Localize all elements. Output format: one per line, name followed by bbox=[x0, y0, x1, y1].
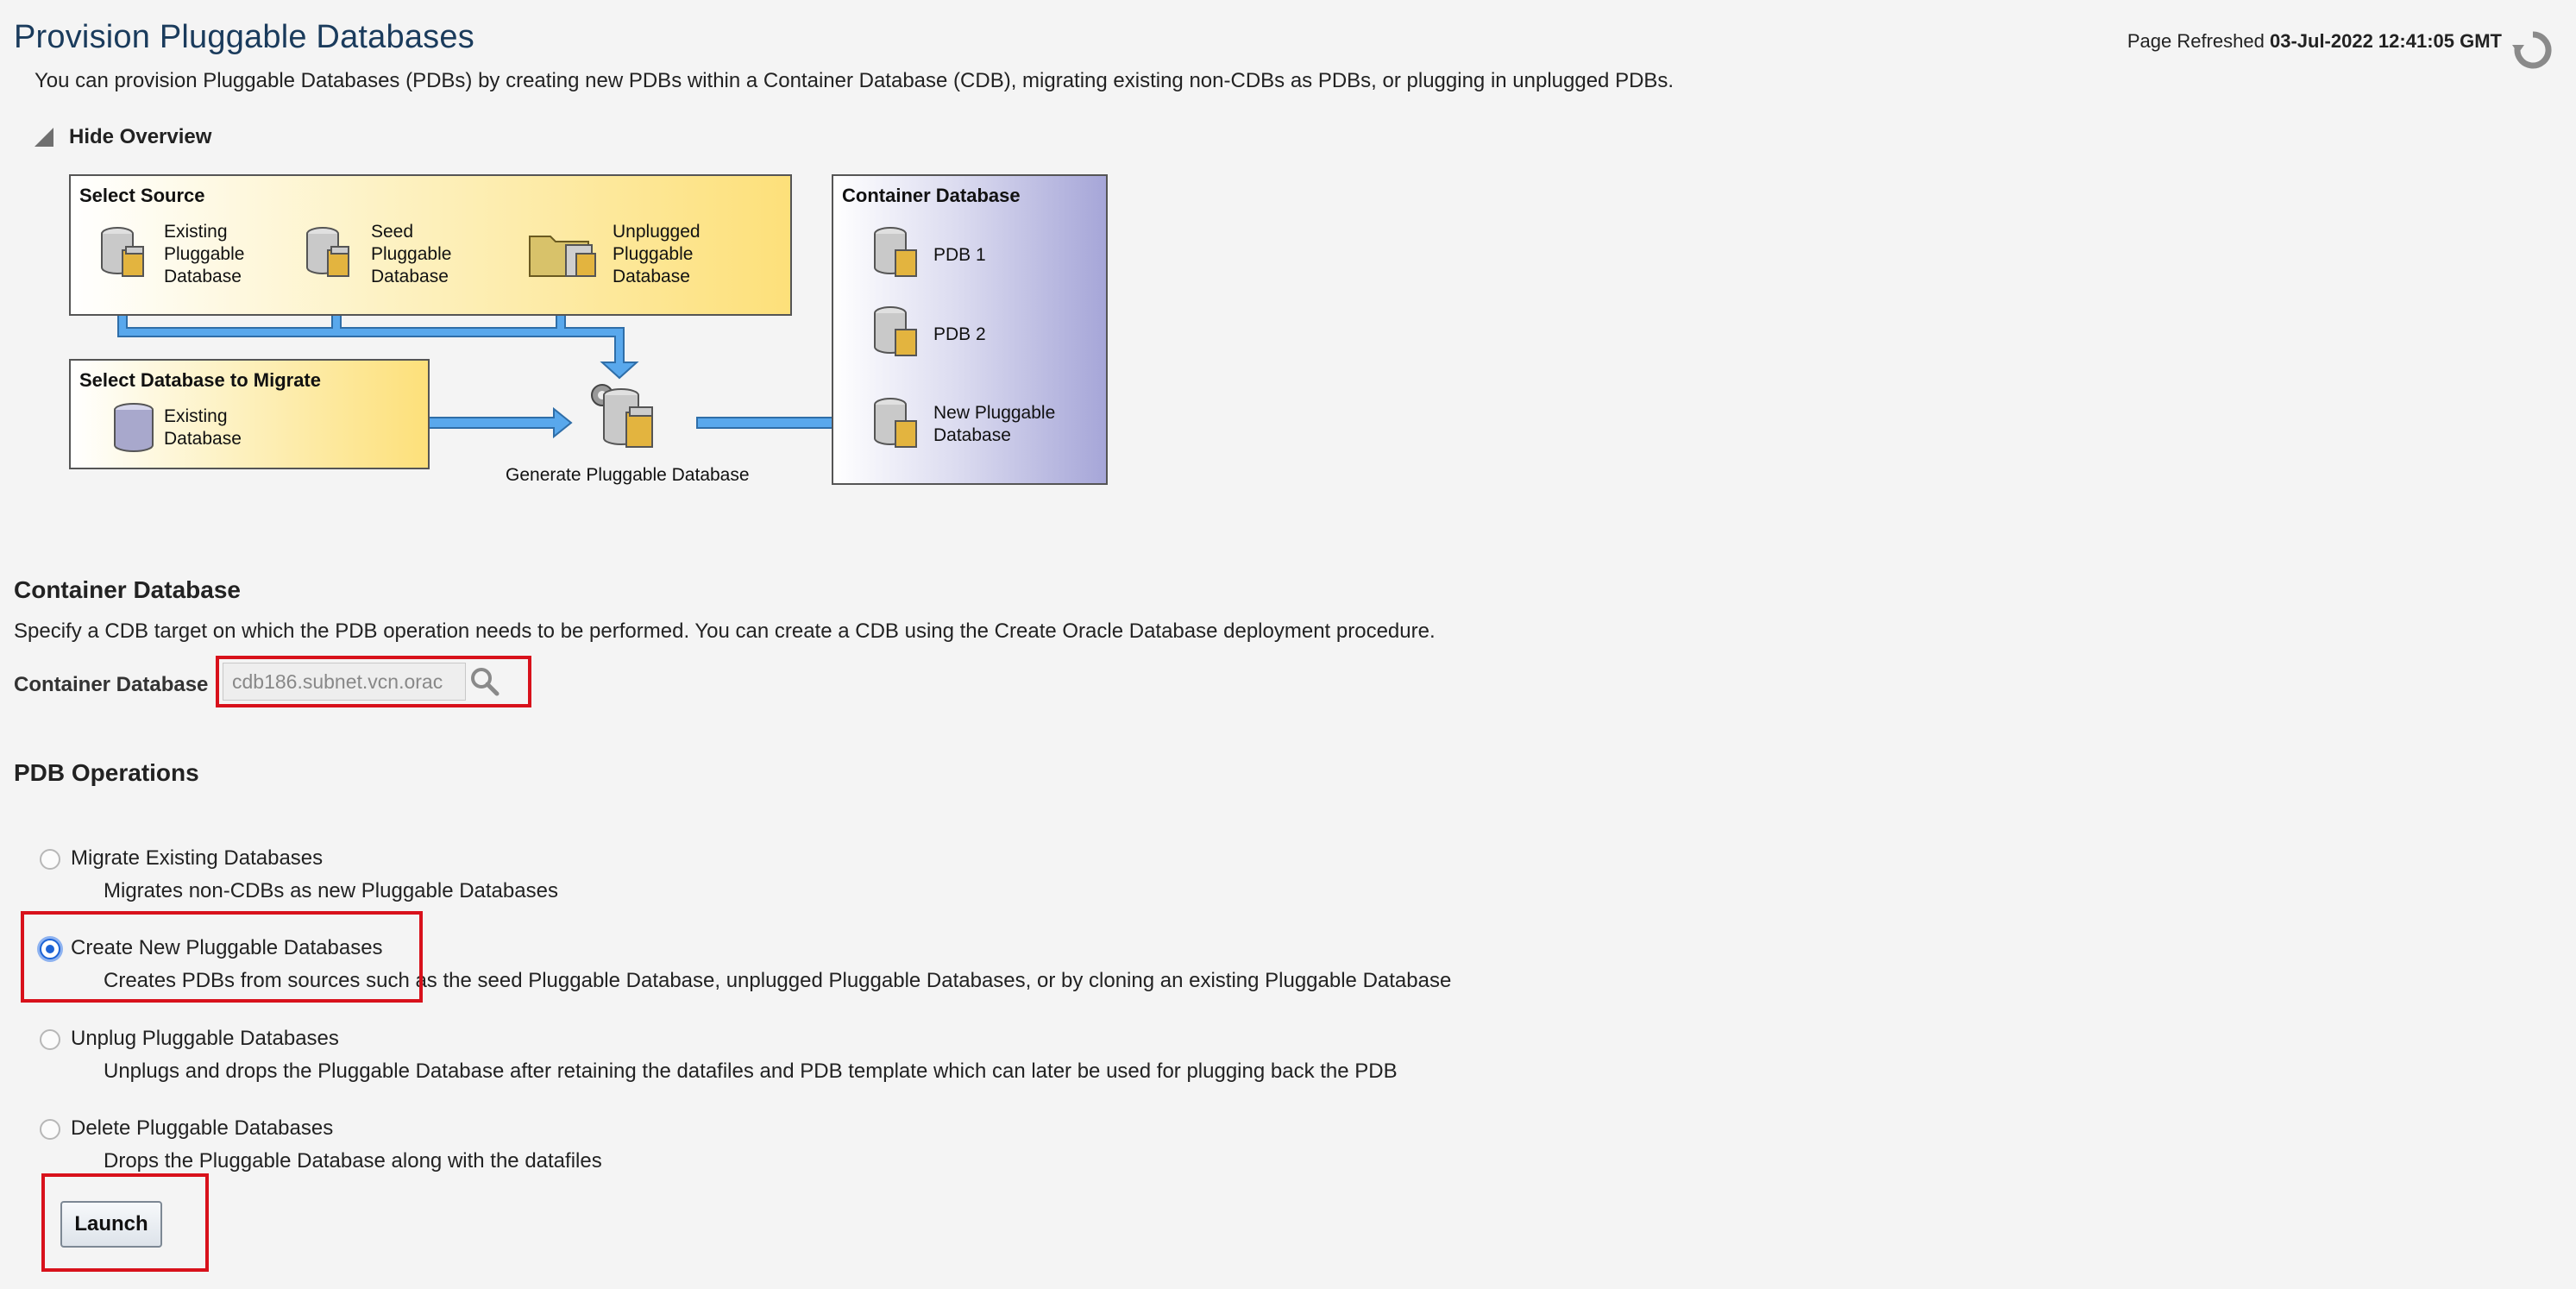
database-icon bbox=[305, 226, 354, 284]
container-box-title: Container Database bbox=[842, 185, 1021, 206]
radio-delete[interactable] bbox=[40, 1119, 60, 1140]
pdb-database-icon bbox=[873, 226, 921, 282]
option-delete-label[interactable]: Delete Pluggable Databases bbox=[71, 1116, 333, 1141]
create-new-highlight bbox=[21, 911, 423, 1003]
container-database-description: Specify a CDB target on which the PDB op… bbox=[14, 619, 1436, 643]
option-unplug-label[interactable]: Unplug Pluggable Databases bbox=[71, 1027, 339, 1051]
select-source-title: Select Source bbox=[79, 185, 205, 206]
source-seed-label: Seed Pluggable Database bbox=[371, 222, 452, 286]
radio-migrate-existing[interactable] bbox=[40, 849, 60, 870]
pdb2-label: PDB 2 bbox=[933, 324, 986, 344]
pdb-database-icon bbox=[873, 397, 921, 453]
generate-database-icon bbox=[587, 381, 673, 458]
pdb-database-icon bbox=[873, 305, 921, 362]
refresh-icon[interactable] bbox=[2509, 26, 2557, 74]
radio-unplug[interactable] bbox=[40, 1029, 60, 1050]
database-icon bbox=[112, 402, 155, 458]
option-migrate-existing-description: Migrates non-CDBs as new Pluggable Datab… bbox=[104, 879, 558, 902]
migrate-existing-label: Existing Database bbox=[164, 406, 242, 449]
container-database-input[interactable] bbox=[223, 663, 466, 701]
option-delete-description: Drops the Pluggable Database along with … bbox=[104, 1149, 602, 1173]
new-pdb-label: New Pluggable Database bbox=[933, 403, 1056, 445]
pdb1-label: PDB 1 bbox=[933, 245, 986, 265]
option-migrate-existing-label[interactable]: Migrate Existing Databases bbox=[71, 846, 323, 871]
generate-pdb-label: Generate Pluggable Database bbox=[506, 465, 750, 485]
page-refreshed: Page Refreshed 03-Jul-2022 12:41:05 GMT bbox=[2127, 30, 2502, 53]
pdb-operations-heading: PDB Operations bbox=[14, 759, 199, 786]
option-unplug-description: Unplugs and drops the Pluggable Database… bbox=[104, 1059, 1398, 1083]
container-database-field-label: Container Database bbox=[14, 673, 209, 696]
container-database-heading: Container Database bbox=[14, 576, 241, 603]
select-migrate-title: Select Database to Migrate bbox=[79, 369, 321, 391]
source-unplugged-label: Unplugged Pluggable Database bbox=[613, 222, 701, 286]
page-refreshed-timestamp: 03-Jul-2022 12:41:05 GMT bbox=[2269, 30, 2502, 52]
page-refreshed-label: Page Refreshed bbox=[2127, 30, 2265, 52]
search-icon[interactable] bbox=[466, 663, 504, 701]
database-icon bbox=[100, 226, 148, 284]
launch-button[interactable]: Launch bbox=[60, 1201, 162, 1248]
folder-database-icon bbox=[528, 228, 600, 284]
source-existing-label: Existing Pluggable Database bbox=[164, 222, 245, 286]
